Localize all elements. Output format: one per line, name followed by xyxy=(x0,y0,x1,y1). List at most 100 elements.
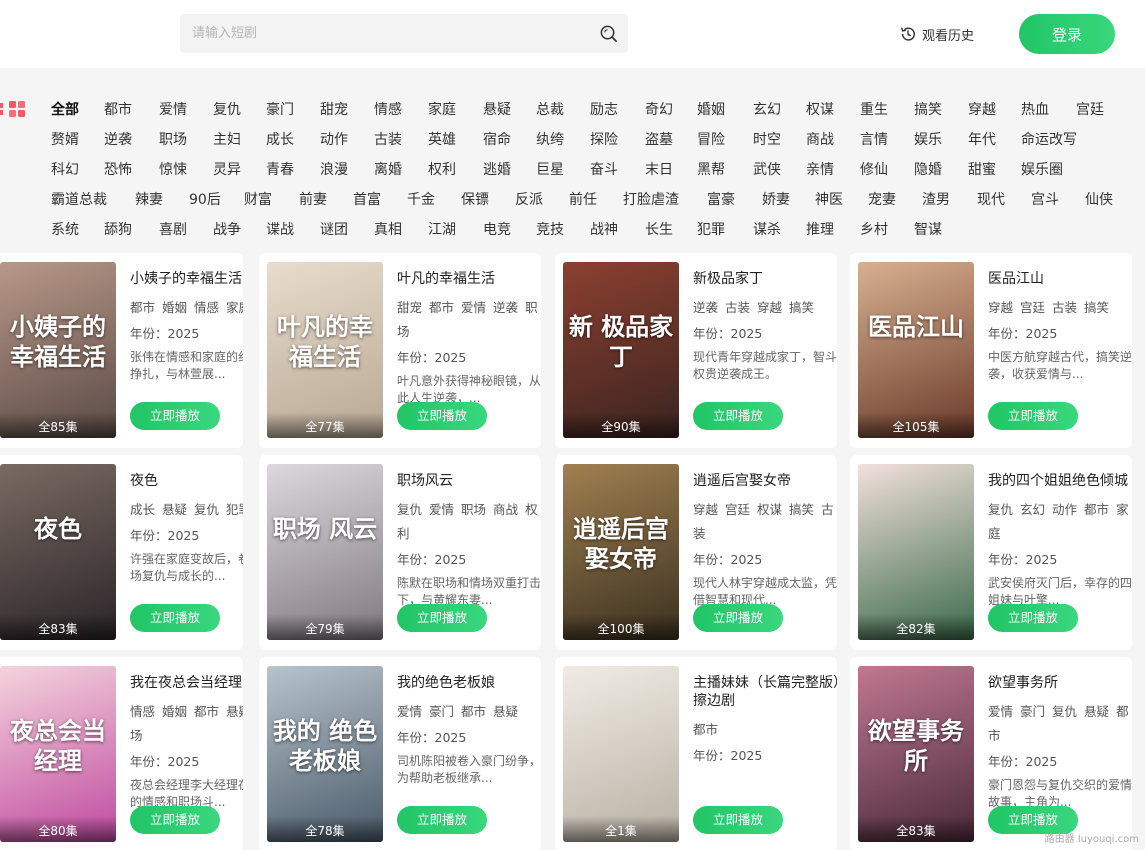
play-now-button[interactable]: 立即播放 xyxy=(397,604,487,632)
category-tag[interactable]: 盗墓 xyxy=(645,129,673,149)
drama-card[interactable]: 新 极品家丁 全90集 新极品家丁 逆袭 古装 穿越 搞笑 年份：2025 现代青年穿越成家丁，… xyxy=(555,253,837,448)
play-now-button[interactable]: 立即播放 xyxy=(397,806,487,834)
category-tag[interactable]: 离婚 xyxy=(374,159,402,179)
category-tag[interactable]: 主妇 xyxy=(213,129,241,149)
category-tag[interactable]: 仙侠 xyxy=(1085,189,1113,209)
category-tag[interactable]: 科幻 xyxy=(51,159,79,179)
drama-title[interactable]: 小姨子的幸福生活 xyxy=(130,270,243,288)
category-tag[interactable]: 神医 xyxy=(815,189,843,209)
drama-card[interactable]: 全1集 主播妹妹（长篇完整版）擦边剧 都市 年份：2025 立即播放 xyxy=(555,657,837,850)
category-tag[interactable]: 甜蜜 xyxy=(968,159,996,179)
category-tag[interactable]: 霸道总裁 xyxy=(51,189,107,209)
category-tag[interactable]: 全部 xyxy=(51,99,79,119)
category-tag[interactable]: 舔狗 xyxy=(104,219,132,239)
category-tag[interactable]: 电竞 xyxy=(483,219,511,239)
play-now-button[interactable]: 立即播放 xyxy=(988,402,1078,430)
drama-card[interactable]: 全82集 我的四个姐姐绝色倾城 复仇 玄幻 动作 都市 家庭 年份：2025 武安侯府灭门后，幸… xyxy=(850,455,1132,650)
category-tag[interactable]: 首富 xyxy=(353,189,381,209)
category-tag[interactable]: 黑帮 xyxy=(697,159,725,179)
category-tag[interactable]: 长生 xyxy=(645,219,673,239)
category-tag[interactable]: 情感 xyxy=(374,99,402,119)
play-now-button[interactable]: 立即播放 xyxy=(397,402,487,430)
category-tag[interactable]: 竞技 xyxy=(536,219,564,239)
drama-poster[interactable]: 全82集 xyxy=(858,464,974,640)
drama-poster[interactable]: 夜色 全83集 xyxy=(0,464,116,640)
category-tag[interactable]: 真相 xyxy=(374,219,402,239)
category-tag[interactable]: 家庭 xyxy=(428,99,456,119)
drama-title[interactable]: 医品江山 xyxy=(988,270,1132,288)
watch-history-link[interactable]: 观看历史 xyxy=(899,22,974,46)
category-tag[interactable]: 豪门 xyxy=(266,99,294,119)
category-tag[interactable]: 甜宠 xyxy=(320,99,348,119)
drama-poster[interactable]: 新 极品家丁 全90集 xyxy=(563,262,679,438)
category-tag[interactable]: 反派 xyxy=(515,189,543,209)
category-tag[interactable]: 隐婚 xyxy=(914,159,942,179)
category-tag[interactable]: 赘婿 xyxy=(51,129,79,149)
category-tag[interactable]: 富豪 xyxy=(707,189,735,209)
play-now-button[interactable]: 立即播放 xyxy=(693,806,783,834)
category-tag[interactable]: 娱乐 xyxy=(914,129,942,149)
drama-title[interactable]: 欲望事务所 xyxy=(988,674,1132,692)
category-tag[interactable]: 奋斗 xyxy=(590,159,618,179)
category-tag[interactable]: 浪漫 xyxy=(320,159,348,179)
drama-poster[interactable]: 夜总会当经理 全80集 xyxy=(0,666,116,842)
search-icon[interactable] xyxy=(599,24,618,43)
category-tag[interactable]: 悬疑 xyxy=(483,99,511,119)
play-now-button[interactable]: 立即播放 xyxy=(693,402,783,430)
category-tag[interactable]: 犯罪 xyxy=(697,219,725,239)
category-tag[interactable]: 逆袭 xyxy=(104,129,132,149)
category-tag[interactable]: 总裁 xyxy=(536,99,564,119)
category-tag[interactable]: 推理 xyxy=(806,219,834,239)
category-tag[interactable]: 冒险 xyxy=(697,129,725,149)
category-tag[interactable]: 喜剧 xyxy=(159,219,187,239)
category-tag[interactable]: 战争 xyxy=(213,219,241,239)
login-button[interactable]: 登录 xyxy=(1019,14,1115,54)
category-tag[interactable]: 财富 xyxy=(244,189,272,209)
category-tag[interactable]: 渣男 xyxy=(922,189,950,209)
category-tag[interactable]: 宿命 xyxy=(483,129,511,149)
drama-title[interactable]: 我的四个姐姐绝色倾城 xyxy=(988,472,1132,490)
category-tag[interactable]: 宫斗 xyxy=(1031,189,1059,209)
category-tag[interactable]: 末日 xyxy=(645,159,673,179)
drama-title[interactable]: 我的绝色老板娘 xyxy=(397,674,541,692)
drama-card[interactable]: 我的 绝色老板娘 全78集 我的绝色老板娘 爱情 豪门 都市 悬疑 年份：2025 司机陈阳被卷… xyxy=(259,657,541,850)
search-input[interactable] xyxy=(192,14,592,53)
category-tag[interactable]: 时空 xyxy=(753,129,781,149)
category-tag[interactable]: 乡村 xyxy=(860,219,888,239)
category-tag[interactable]: 职场 xyxy=(159,129,187,149)
category-tag[interactable]: 青春 xyxy=(266,159,294,179)
drama-card[interactable]: 职场 风云 全79集 职场风云 复仇 爱情 职场 商战 权利 年份：2025 陈默在职场和情场双重… xyxy=(259,455,541,650)
category-tag[interactable]: 保镖 xyxy=(461,189,489,209)
category-tag[interactable]: 爱情 xyxy=(159,99,187,119)
category-tag[interactable]: 搞笑 xyxy=(914,99,942,119)
drama-poster[interactable]: 欲望事务所 全83集 xyxy=(858,666,974,842)
drama-poster[interactable]: 全1集 xyxy=(563,666,679,842)
category-tag[interactable]: 谜团 xyxy=(320,219,348,239)
category-tag[interactable]: 宫廷 xyxy=(1076,99,1104,119)
category-tag[interactable]: 热血 xyxy=(1021,99,1049,119)
category-tag[interactable]: 亲情 xyxy=(806,159,834,179)
category-tag[interactable]: 纨绔 xyxy=(536,129,564,149)
drama-card[interactable]: 小姨子的幸福生活全85集小姨子的幸福生活都市婚姻情感家庭年份：2025张伟在情感… xyxy=(0,253,243,448)
category-tag[interactable]: 复仇 xyxy=(213,99,241,119)
category-tag[interactable]: 90后 xyxy=(189,189,221,209)
drama-poster[interactable]: 小姨子的幸福生活 全85集 xyxy=(0,262,116,438)
category-tag[interactable]: 前妻 xyxy=(299,189,327,209)
category-tag[interactable]: 武侠 xyxy=(753,159,781,179)
category-tag[interactable]: 系统 xyxy=(51,219,79,239)
drama-poster[interactable]: 叶凡的幸福生活 全77集 xyxy=(267,262,383,438)
category-tag[interactable]: 谋杀 xyxy=(753,219,781,239)
category-tag[interactable]: 现代 xyxy=(977,189,1005,209)
category-tag[interactable]: 婚姻 xyxy=(697,99,725,119)
category-tag[interactable]: 商战 xyxy=(806,129,834,149)
category-tag[interactable]: 古装 xyxy=(374,129,402,149)
drama-poster[interactable]: 医品江山 全105集 xyxy=(858,262,974,438)
play-now-button[interactable]: 立即播放 xyxy=(988,806,1078,834)
category-tag[interactable]: 灵异 xyxy=(213,159,241,179)
play-now-button[interactable]: 立即播放 xyxy=(693,604,783,632)
category-tag[interactable]: 千金 xyxy=(407,189,435,209)
category-tag[interactable]: 江湖 xyxy=(428,219,456,239)
category-tag[interactable]: 宠妻 xyxy=(868,189,896,209)
category-tag[interactable]: 重生 xyxy=(860,99,888,119)
category-tag[interactable]: 打脸虐渣 xyxy=(623,189,679,209)
